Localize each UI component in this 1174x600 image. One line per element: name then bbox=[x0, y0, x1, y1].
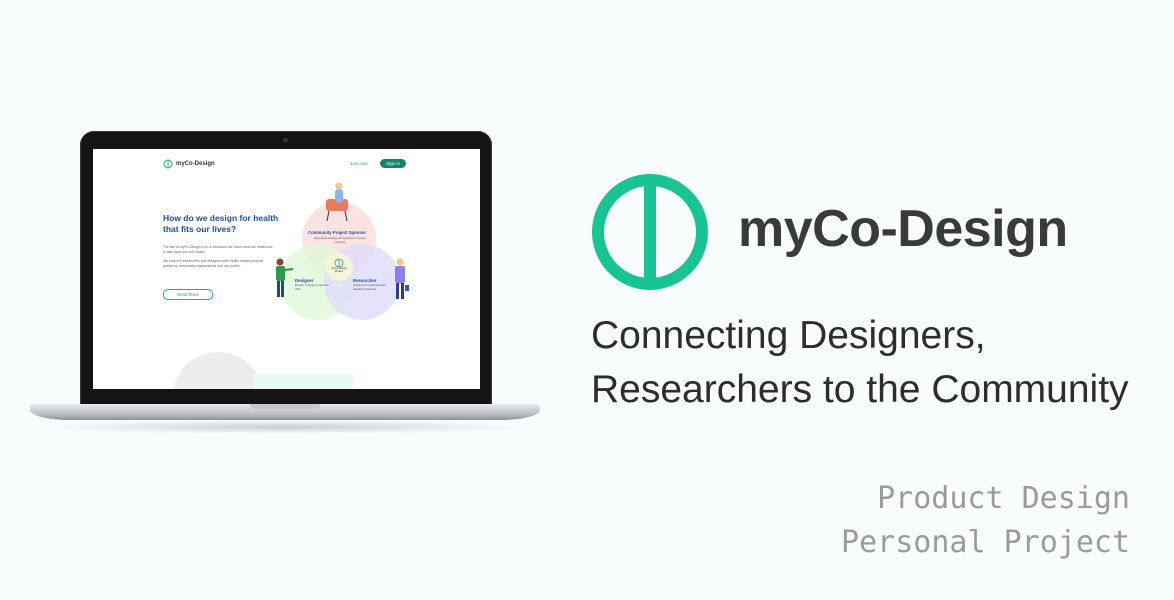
laptop-base bbox=[30, 404, 540, 420]
venn-label-designer: Designer bbox=[295, 278, 314, 283]
meta-line-2: Personal Project bbox=[841, 525, 1130, 560]
preview-circle bbox=[173, 352, 263, 389]
venn-diagram bbox=[173, 182, 409, 389]
venn-desc-designer: Breadth of design & interview skills bbox=[295, 284, 329, 291]
venn-desc-researcher: Academic & evidence based research exper… bbox=[353, 284, 386, 291]
tagline-line-2: Researchers to the Community bbox=[591, 368, 1129, 411]
venn-desc-sponsor: Experience creating and applying communi… bbox=[314, 237, 366, 244]
laptop-notch bbox=[250, 404, 320, 409]
meta-line-1: Product Design bbox=[877, 481, 1130, 516]
tagline-line-1: Connecting Designers, bbox=[591, 314, 986, 357]
camera-icon bbox=[283, 138, 288, 143]
laptop-bezel: myCo-Design Join now Sign in How do we d… bbox=[80, 131, 492, 405]
venn-label-sponsor: Community Project Sponsor bbox=[308, 230, 367, 235]
laptop-shadow bbox=[40, 420, 530, 434]
venn-label-researcher: Researcher bbox=[353, 278, 377, 283]
preview-panel bbox=[253, 374, 353, 389]
brand-logo-icon bbox=[592, 174, 708, 290]
project-meta: Product Design Personal Project bbox=[841, 477, 1130, 565]
brand-name: myCo-Design bbox=[738, 200, 1068, 258]
venn-hub-label: myCo-Design Project bbox=[331, 267, 347, 274]
researcher-figure bbox=[395, 258, 409, 299]
tagline: Connecting Designers, Researchers to the… bbox=[591, 309, 1129, 417]
laptop-screen: myCo-Design Join now Sign in How do we d… bbox=[93, 149, 480, 389]
